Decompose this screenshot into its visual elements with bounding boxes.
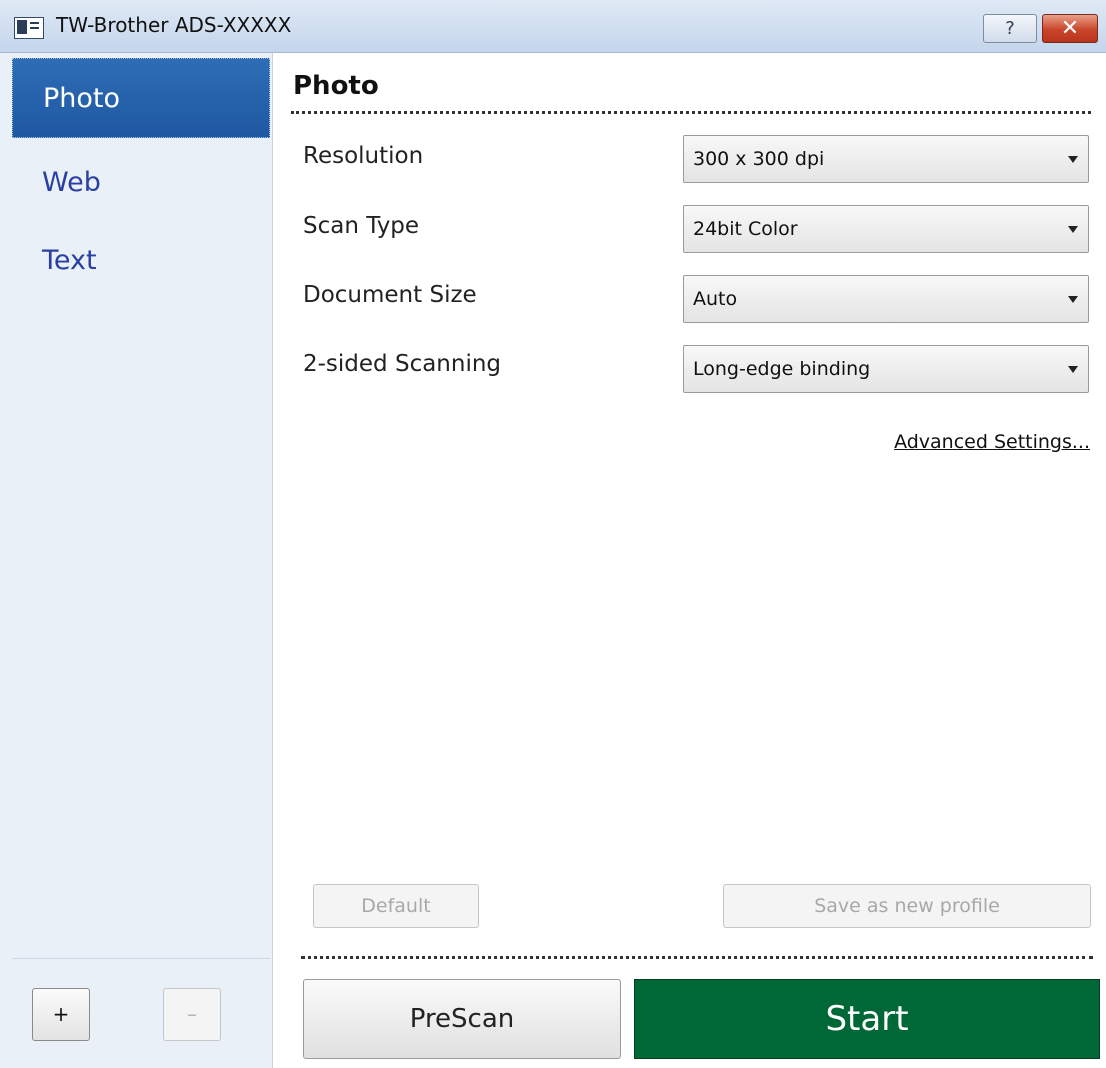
sidebar-divider	[12, 958, 270, 959]
chevron-down-icon	[1068, 366, 1078, 373]
add-profile-button[interactable]: +	[32, 988, 90, 1041]
close-button[interactable]: ✕	[1042, 14, 1098, 43]
window-title: TW-Brother ADS-XXXXX	[56, 13, 292, 37]
document-size-label: Document Size	[303, 282, 477, 308]
action-divider	[301, 956, 1093, 959]
scan-type-value: 24bit Color	[693, 218, 798, 240]
scanner-dialog: TW-Brother ADS-XXXXX ? ✕ Photo Web Text …	[0, 0, 1106, 1068]
title-bar: TW-Brother ADS-XXXXX ? ✕	[0, 0, 1106, 53]
chevron-down-icon	[1068, 156, 1078, 163]
sidebar-item-web[interactable]: Web	[12, 143, 270, 223]
settings-panel: Photo Resolution 300 x 300 dpi Scan Type…	[273, 53, 1106, 1068]
resolution-value: 300 x 300 dpi	[693, 148, 825, 170]
document-size-value: Auto	[693, 288, 738, 310]
advanced-settings-link[interactable]: Advanced Settings...	[894, 431, 1090, 453]
remove-profile-button[interactable]: –	[163, 988, 221, 1041]
profile-sidebar: Photo Web Text + –	[0, 53, 273, 1068]
two-sided-scanning-value: Long-edge binding	[693, 358, 871, 380]
resolution-dropdown[interactable]: 300 x 300 dpi	[683, 135, 1089, 183]
two-sided-scanning-dropdown[interactable]: Long-edge binding	[683, 345, 1089, 393]
title-divider	[291, 111, 1091, 114]
section-title: Photo	[293, 71, 379, 101]
resolution-label: Resolution	[303, 143, 424, 169]
sidebar-item-photo[interactable]: Photo	[12, 58, 270, 138]
scan-type-dropdown[interactable]: 24bit Color	[683, 205, 1089, 253]
default-button[interactable]: Default	[313, 884, 479, 928]
start-button[interactable]: Start	[634, 979, 1100, 1059]
app-icon	[14, 17, 44, 39]
sidebar-item-text[interactable]: Text	[12, 221, 270, 301]
document-size-dropdown[interactable]: Auto	[683, 275, 1089, 323]
chevron-down-icon	[1068, 296, 1078, 303]
scan-type-label: Scan Type	[303, 213, 420, 239]
chevron-down-icon	[1068, 226, 1078, 233]
two-sided-scanning-label: 2-sided Scanning	[303, 351, 502, 377]
prescan-button[interactable]: PreScan	[303, 979, 621, 1059]
save-as-new-profile-button[interactable]: Save as new profile	[723, 884, 1091, 928]
help-button[interactable]: ?	[983, 14, 1037, 43]
